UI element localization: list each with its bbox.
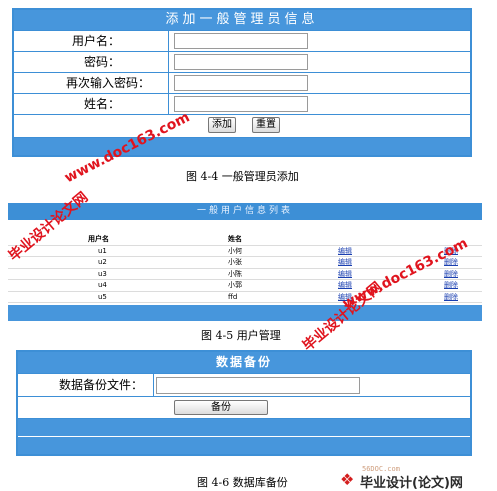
backup-file-input[interactable] <box>156 377 360 394</box>
table-row: u1 小何 编辑 删除 <box>8 246 482 257</box>
edit-link[interactable]: 编辑 <box>338 269 352 280</box>
confirm-password-input[interactable] <box>174 75 308 91</box>
cell-username: u5 <box>98 292 107 301</box>
cell-username: u4 <box>98 281 107 289</box>
header-username: 用户名 <box>88 235 109 243</box>
backup-title: 数据备份 <box>18 352 470 373</box>
table-row: u5 ffd 编辑 删除 <box>8 292 482 303</box>
confirm-password-label: 再次输入密码： <box>14 73 169 93</box>
backup-band-1 <box>18 418 470 436</box>
footer-logo: ❖ 56DOC.com 毕业设计(论文)网 <box>340 462 495 491</box>
add-admin-title: 添加一般管理员信息 <box>14 10 470 30</box>
edit-link[interactable]: 编辑 <box>338 280 352 291</box>
cell-name: ffd <box>228 292 238 301</box>
username-input[interactable] <box>174 33 308 49</box>
delete-link[interactable]: 删除 <box>444 292 458 303</box>
user-table-header: 用户名 姓名 <box>8 234 482 246</box>
cell-username: u2 <box>98 258 107 266</box>
cell-username: u1 <box>98 246 107 255</box>
add-admin-footer-band <box>14 137 470 155</box>
confirm-password-row: 再次输入密码： <box>14 72 470 93</box>
backup-button[interactable]: 备份 <box>174 400 268 415</box>
cell-name: 小陈 <box>228 269 242 278</box>
user-list-footer-band <box>8 305 482 321</box>
add-admin-panel: 添加一般管理员信息 用户名： 密码： 再次输入密码： 姓名： 添加 重置 <box>12 8 472 157</box>
add-button[interactable]: 添加 <box>208 117 236 133</box>
username-row: 用户名： <box>14 30 470 51</box>
table-row: u4 小郭 编辑 删除 <box>8 280 482 292</box>
password-input[interactable] <box>174 54 308 70</box>
password-label: 密码： <box>14 52 169 72</box>
name-input[interactable] <box>174 96 308 112</box>
backup-panel: 数据备份 数据备份文件： 备份 <box>16 350 472 456</box>
name-row: 姓名： <box>14 93 470 114</box>
button-row: 添加 重置 <box>14 114 470 136</box>
header-name: 姓名 <box>228 235 242 243</box>
figure-caption-4-5: 图 4-5 用户管理 <box>201 329 281 342</box>
name-label: 姓名： <box>14 94 169 114</box>
backup-file-row: 数据备份文件： <box>18 373 470 397</box>
figure-caption-4-6: 图 4-6 数据库备份 <box>197 476 288 489</box>
cell-username: u3 <box>98 269 107 278</box>
backup-band-2 <box>18 437 470 454</box>
cell-name: 小何 <box>228 246 242 255</box>
backup-file-label: 数据备份文件： <box>18 374 154 396</box>
figure-caption-4-4: 图 4-4 一般管理员添加 <box>186 170 299 183</box>
edit-link[interactable]: 编辑 <box>338 246 352 257</box>
reset-button[interactable]: 重置 <box>252 117 280 133</box>
edit-link[interactable]: 编辑 <box>338 257 352 268</box>
logo-icon: ❖ <box>340 470 355 489</box>
delete-link[interactable]: 删除 <box>444 280 458 291</box>
username-label: 用户名： <box>14 31 169 51</box>
delete-link[interactable]: 删除 <box>444 269 458 280</box>
cell-name: 小郭 <box>228 281 242 289</box>
password-row: 密码： <box>14 51 470 72</box>
cell-name: 小张 <box>228 258 242 266</box>
footer-logo-text: 毕业设计(论文)网 <box>360 476 463 491</box>
